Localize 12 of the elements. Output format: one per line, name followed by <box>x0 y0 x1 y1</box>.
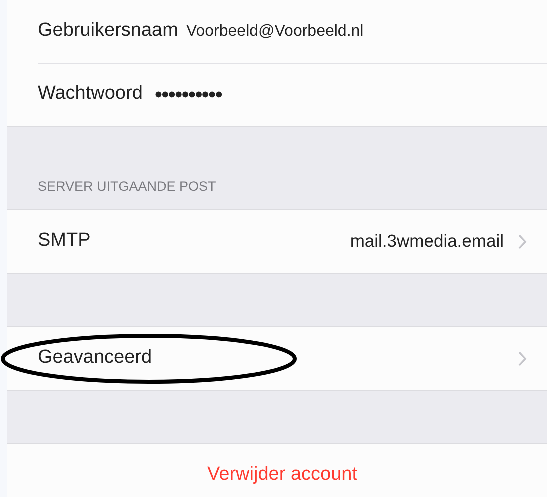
settings-row[interactable]: Geavanceerd <box>7 327 547 390</box>
settings-row[interactable]: SMTP mail.3wmedia.email <box>7 210 547 273</box>
row-label: SMTP <box>38 229 91 254</box>
password-field[interactable]: •••••••••• <box>154 78 222 111</box>
input-field[interactable]: Voorbeeld@Voorbeeld.nl <box>186 20 364 44</box>
field-label: Gebruikersnaam <box>38 19 178 44</box>
row-value: mail.3wmedia.email <box>350 230 504 254</box>
row-label: Geavanceerd <box>38 346 152 370</box>
chevron-icon <box>518 350 527 366</box>
chevron-icon <box>518 234 527 250</box>
field-label: Wachtwoord <box>38 82 143 106</box>
section-header: SERVER UITGAANDE POST <box>38 178 216 196</box>
